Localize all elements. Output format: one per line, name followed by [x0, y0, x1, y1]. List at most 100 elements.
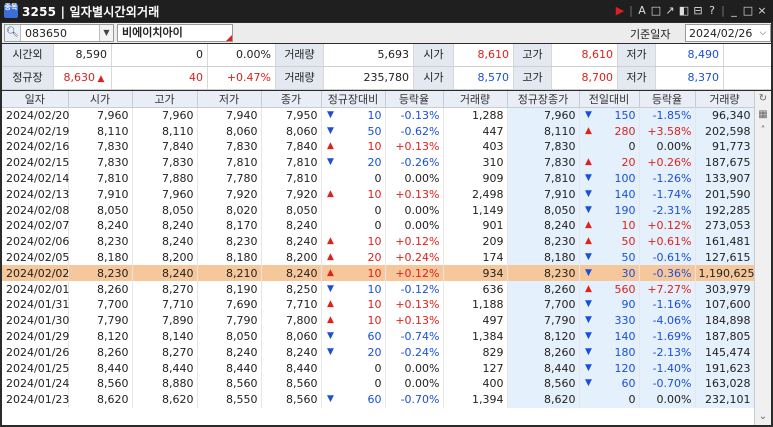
cell-high: 8,270: [132, 344, 198, 361]
cell-vs-prev-value: 0: [628, 140, 636, 154]
cell-rate-prev: +0.12%: [639, 218, 696, 234]
cell-vs-regular: ▼ 50: [321, 123, 386, 140]
cell-open: 8,180: [68, 249, 133, 266]
summary-text: 시간외: [12, 48, 43, 61]
cell-high: 7,830: [132, 154, 198, 171]
column-header[interactable]: 등락율: [385, 91, 444, 108]
down-arrow-icon: ▼: [585, 378, 592, 389]
table-row[interactable]: 2024/02/20 7,960 7,960 7,940 7,950 ▼ 10 -0.13% 1…: [2, 107, 755, 124]
summary-label: 거래량: [276, 67, 324, 89]
column-header[interactable]: 거래량: [443, 91, 508, 108]
column-header[interactable]: 고가: [132, 91, 198, 108]
column-header[interactable]: 등락율: [639, 91, 696, 108]
table-row[interactable]: 2024/02/06 8,230 8,240 8,230 8,240 ▲ 10 +0.12% 2…: [2, 233, 755, 250]
column-header[interactable]: 저가: [197, 91, 262, 108]
summary-label: 시가: [414, 44, 454, 66]
table-row[interactable]: 2024/02/02 8,230 8,240 8,210 8,240 ▲ 10 +0.12% 9…: [2, 265, 755, 282]
table-row[interactable]: 2024/01/23 8,620 8,620 8,550 8,560 ▼ 60 -0.70% 1…: [2, 391, 755, 408]
search-icon[interactable]: 🔍︎: [5, 25, 21, 41]
down-arrow-icon: ▼: [327, 331, 334, 342]
font-size-icon[interactable]: A: [635, 0, 649, 22]
cell-rate-prev: -2.31%: [639, 202, 696, 219]
table-row[interactable]: 2024/02/07 8,240 8,240 8,170 8,240 0 0.00% 901 8…: [2, 218, 755, 234]
scroll-up-icon[interactable]: ˄: [755, 123, 771, 139]
cell-vs-prev-value: 50: [621, 235, 636, 249]
save-icon[interactable]: ◧: [677, 0, 691, 22]
vertical-scrollbar[interactable]: ↻ ▦ ˄ ⌄: [754, 91, 771, 425]
cell-rate-prev: -4.06%: [639, 312, 696, 329]
summary-text: 235,780: [363, 71, 410, 84]
summary-label: 시간외: [2, 44, 54, 66]
table-row[interactable]: 2024/02/13 7,910 7,960 7,920 7,920 ▲ 10 +0.13% 2…: [2, 186, 755, 203]
maximize-icon[interactable]: □: [741, 0, 755, 22]
column-header[interactable]: 정규장대비: [321, 91, 386, 108]
print-icon[interactable]: ⊟: [691, 0, 705, 22]
table-row[interactable]: 2024/02/14 7,810 7,880 7,780 7,810 0 0.00% 909 7…: [2, 170, 755, 187]
minimize-icon[interactable]: _: [727, 0, 741, 22]
stock-code-value[interactable]: 083650: [21, 27, 99, 40]
summary-text: 5,693: [377, 48, 410, 61]
column-header[interactable]: 정규장종가: [507, 91, 580, 108]
cell-vs-prev-value: 280: [614, 124, 636, 138]
cell-rate-prev: -1.74%: [639, 186, 696, 203]
cell-vs-regular-value: 20: [367, 251, 382, 265]
table-row[interactable]: 2024/02/05 8,180 8,200 8,180 8,200 ▲ 20 +0.24% 1…: [2, 249, 755, 266]
close-icon[interactable]: ×: [755, 0, 769, 22]
down-arrow-icon: ▼: [327, 394, 334, 405]
cell-vs-regular-value: 10: [367, 140, 382, 154]
help-icon[interactable]: ?: [705, 0, 719, 22]
cell-vs-prev-value: 140: [614, 330, 636, 344]
cell-high: 7,960: [132, 186, 198, 203]
chevron-down-icon[interactable]: ▼: [99, 25, 113, 41]
table-row[interactable]: 2024/01/29 8,120 8,140 8,050 8,060 ▼ 60 -0.74% 1…: [2, 328, 755, 345]
table-row[interactable]: 2024/02/15 7,830 7,830 7,810 7,810 ▼ 20 -0.26% 3…: [2, 154, 755, 171]
up-arrow-icon: ▲: [585, 236, 592, 247]
date-picker[interactable]: 2024/02/26 ⌵: [685, 24, 771, 42]
summary-text: 시가: [423, 71, 444, 84]
cell-high: 8,110: [132, 123, 198, 140]
table-row[interactable]: 2024/01/31 7,700 7,710 7,690 7,710 ▲ 10 +0.13% 1…: [2, 297, 755, 313]
excel-icon[interactable]: ▦: [755, 107, 771, 123]
pin-icon[interactable]: ↗: [663, 0, 677, 22]
stock-code-field[interactable]: 🔍︎ 083650 ▼: [4, 24, 114, 42]
cell-rate-prev: 0.00%: [639, 391, 696, 408]
column-header[interactable]: 종가: [261, 91, 322, 108]
summary-row-regular: 정규장 8,630 ▲ 40 +0.47% 거래량 235,780 시가 8,570 고가 8,70…: [2, 67, 771, 90]
table-row[interactable]: 2024/01/30 7,790 7,890 7,790 7,800 ▲ 10 +0.13% 4…: [2, 312, 755, 329]
cell-regular-volume: 232,101: [695, 391, 755, 408]
summary-text: 거래량: [284, 71, 315, 84]
cell-vs-prev: ▼ 330: [579, 312, 640, 329]
cell-rate: -0.24%: [385, 344, 444, 361]
table-row[interactable]: 2024/02/08 8,050 8,050 8,020 8,050 0 0.00% 1,14…: [2, 202, 755, 219]
chevron-down-icon[interactable]: ⌵: [756, 25, 770, 41]
table-row[interactable]: 2024/02/16 7,830 7,840 7,830 7,840 ▲ 10 +0.13% 4…: [2, 139, 755, 155]
cell-rate-prev: -1.40%: [639, 360, 696, 377]
cell-rate: -0.12%: [385, 281, 444, 298]
table-row[interactable]: 2024/02/19 8,110 8,110 8,060 8,060 ▼ 50 -0.62% 4…: [2, 123, 755, 140]
cell-vs-regular: ▲ 10: [321, 233, 386, 250]
scroll-bottom-icon[interactable]: ⌄: [755, 409, 771, 425]
link-icon[interactable]: □: [649, 0, 663, 22]
column-header[interactable]: 시가: [68, 91, 133, 108]
table-row[interactable]: 2024/01/25 8,440 8,440 8,440 8,440 0 0.00% 127 8…: [2, 360, 755, 377]
column-header[interactable]: 일자: [2, 91, 69, 108]
refresh-icon[interactable]: ↻: [755, 91, 771, 107]
summary-text: 0.00%: [236, 48, 271, 61]
play-icon[interactable]: ▶: [613, 0, 627, 22]
table-row[interactable]: 2024/01/26 8,260 8,270 8,240 8,240 ▼ 20 -0.24% 8…: [2, 344, 755, 361]
cell-date: 2024/02/07: [2, 218, 69, 234]
up-arrow-icon: ▲: [97, 74, 105, 84]
table-row[interactable]: 2024/02/01 8,260 8,270 8,190 8,250 ▼ 10 -0.12% 6…: [2, 281, 755, 298]
stock-name-field[interactable]: 비에이치아이: [117, 24, 233, 42]
cell-volume: 1,394: [443, 391, 508, 408]
column-header[interactable]: 거래량: [695, 91, 755, 108]
cell-vs-prev: 0: [579, 391, 640, 408]
cell-low: 7,830: [197, 139, 262, 155]
cell-open: 7,700: [68, 297, 133, 313]
cell-vs-prev-value: 10: [621, 219, 636, 233]
cell-rate: +0.12%: [385, 233, 444, 250]
date-value[interactable]: 2024/02/26: [689, 27, 752, 40]
table-row[interactable]: 2024/01/24 8,560 8,880 8,560 8,560 0 0.00% 400 8…: [2, 376, 755, 392]
column-header[interactable]: 전일대비: [579, 91, 640, 108]
cell-vs-regular: 0: [321, 218, 386, 234]
